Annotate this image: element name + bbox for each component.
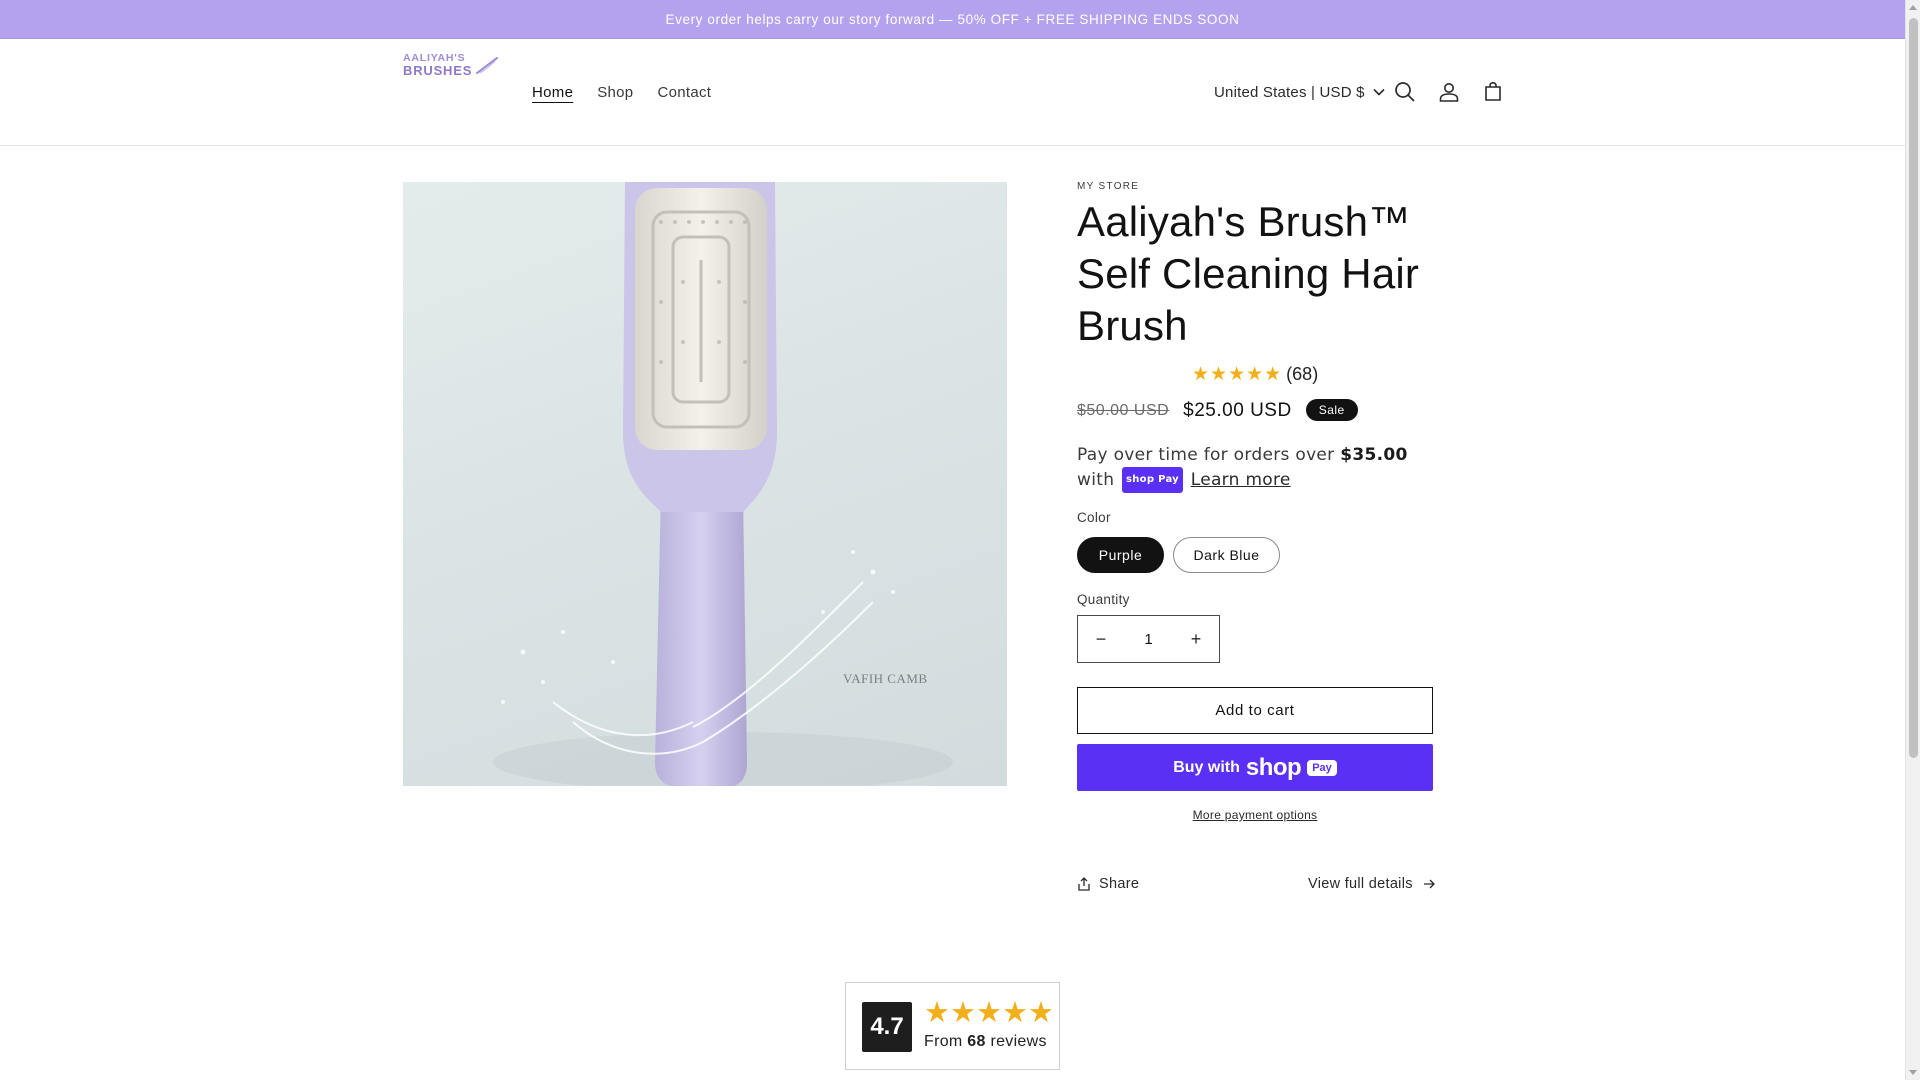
hair-brush-illustration (493, 182, 953, 786)
quantity-increase-button[interactable]: + (1173, 616, 1219, 662)
brush-stroke-icon (476, 57, 498, 74)
reviews-summary-badge[interactable]: 4.7 ★★★★★ From 68 reviews (845, 982, 1060, 1070)
store-logo[interactable]: AALIYAH'S BRUSHES (403, 52, 498, 80)
search-icon[interactable] (1393, 80, 1417, 104)
installments-amount: $35.00 (1340, 445, 1408, 465)
logo-line-2: BRUSHES (403, 63, 473, 78)
view-full-details-label: View full details (1308, 876, 1413, 892)
buy-with-shop-pay-button[interactable]: Buy with shop Pay (1077, 744, 1433, 791)
main-nav: Home Shop Contact (532, 84, 735, 101)
installments-text: Pay over time for orders over (1077, 445, 1335, 465)
quantity-input[interactable]: 1 (1144, 631, 1152, 648)
learn-more-link[interactable]: Learn more (1191, 470, 1291, 490)
installments-message: Pay over time for orders over $35.00 wit… (1077, 443, 1437, 493)
country-currency-label: United States | USD $ (1214, 83, 1365, 101)
page-scrollbar[interactable] (1905, 0, 1920, 1080)
shop-wordmark: shop (1245, 753, 1302, 781)
compare-at-price: $50.00 USD (1077, 402, 1170, 419)
product-vendor: MY STORE (1077, 181, 1140, 192)
announcement-text: Every order helps carry our story forwar… (665, 11, 1240, 27)
sale-price: $25.00 USD (1183, 400, 1292, 421)
review-count-text: From 68 reviews (924, 1033, 1047, 1051)
product-title: Aaliyah's Brush™ Self Cleaning Hair Brus… (1077, 198, 1420, 349)
nav-shop[interactable]: Shop (597, 84, 633, 101)
arrow-right-icon (1423, 879, 1435, 889)
price-row: $50.00 USD $25.00 USD Sale (1077, 399, 1358, 422)
scrollbar-thumb[interactable] (1909, 18, 1918, 758)
view-full-details-link[interactable]: View full details (1308, 876, 1435, 892)
announcement-bar: Every order helps carry our story forwar… (0, 0, 1905, 39)
pay-pill: Pay (1307, 759, 1337, 776)
share-label: Share (1099, 876, 1140, 892)
quantity-decrease-button[interactable]: − (1078, 616, 1124, 662)
cart-icon[interactable] (1481, 80, 1505, 104)
more-payment-options-link[interactable]: More payment options (1077, 808, 1433, 822)
shop-pay-logo: shop Pay (1122, 467, 1184, 493)
country-currency-selector[interactable]: United States | USD $ (1214, 80, 1385, 104)
quantity-label: Quantity (1077, 592, 1130, 607)
image-watermark: VAFIH CAMB (843, 671, 928, 686)
review-count: 68 (967, 1033, 986, 1050)
review-score: 4.7 (862, 1002, 912, 1052)
review-stars-icon: ★★★★★ (924, 997, 1054, 1029)
sale-badge: Sale (1305, 399, 1358, 421)
rating-count: (68) (1286, 364, 1319, 384)
installments-with: with (1077, 470, 1115, 490)
color-option-purple[interactable]: Purple (1077, 537, 1164, 573)
product-image[interactable]: VAFIH CAMB (403, 182, 1007, 786)
account-icon[interactable] (1437, 80, 1461, 104)
scroll-down-arrow-icon[interactable] (1909, 1070, 1917, 1075)
site-header (0, 39, 1905, 146)
rating-stars-icon: ★★★★★ (1192, 364, 1283, 385)
quantity-stepper: − 1 + (1077, 615, 1220, 663)
add-to-cart-button[interactable]: Add to cart (1077, 687, 1433, 734)
chevron-down-icon (1373, 88, 1385, 96)
buy-with-label: Buy with (1173, 758, 1240, 776)
scroll-up-arrow-icon[interactable] (1909, 5, 1917, 10)
review-from-suffix: reviews (990, 1033, 1047, 1050)
share-icon (1078, 877, 1090, 891)
color-option-dark-blue[interactable]: Dark Blue (1173, 537, 1280, 573)
share-button[interactable]: Share (1077, 876, 1139, 892)
nav-home[interactable]: Home (532, 84, 573, 101)
review-from-prefix: From (924, 1033, 963, 1050)
nav-contact[interactable]: Contact (657, 84, 711, 101)
product-rating[interactable]: ★★★★★ (68) (1192, 363, 1318, 386)
color-label: Color (1077, 510, 1111, 525)
